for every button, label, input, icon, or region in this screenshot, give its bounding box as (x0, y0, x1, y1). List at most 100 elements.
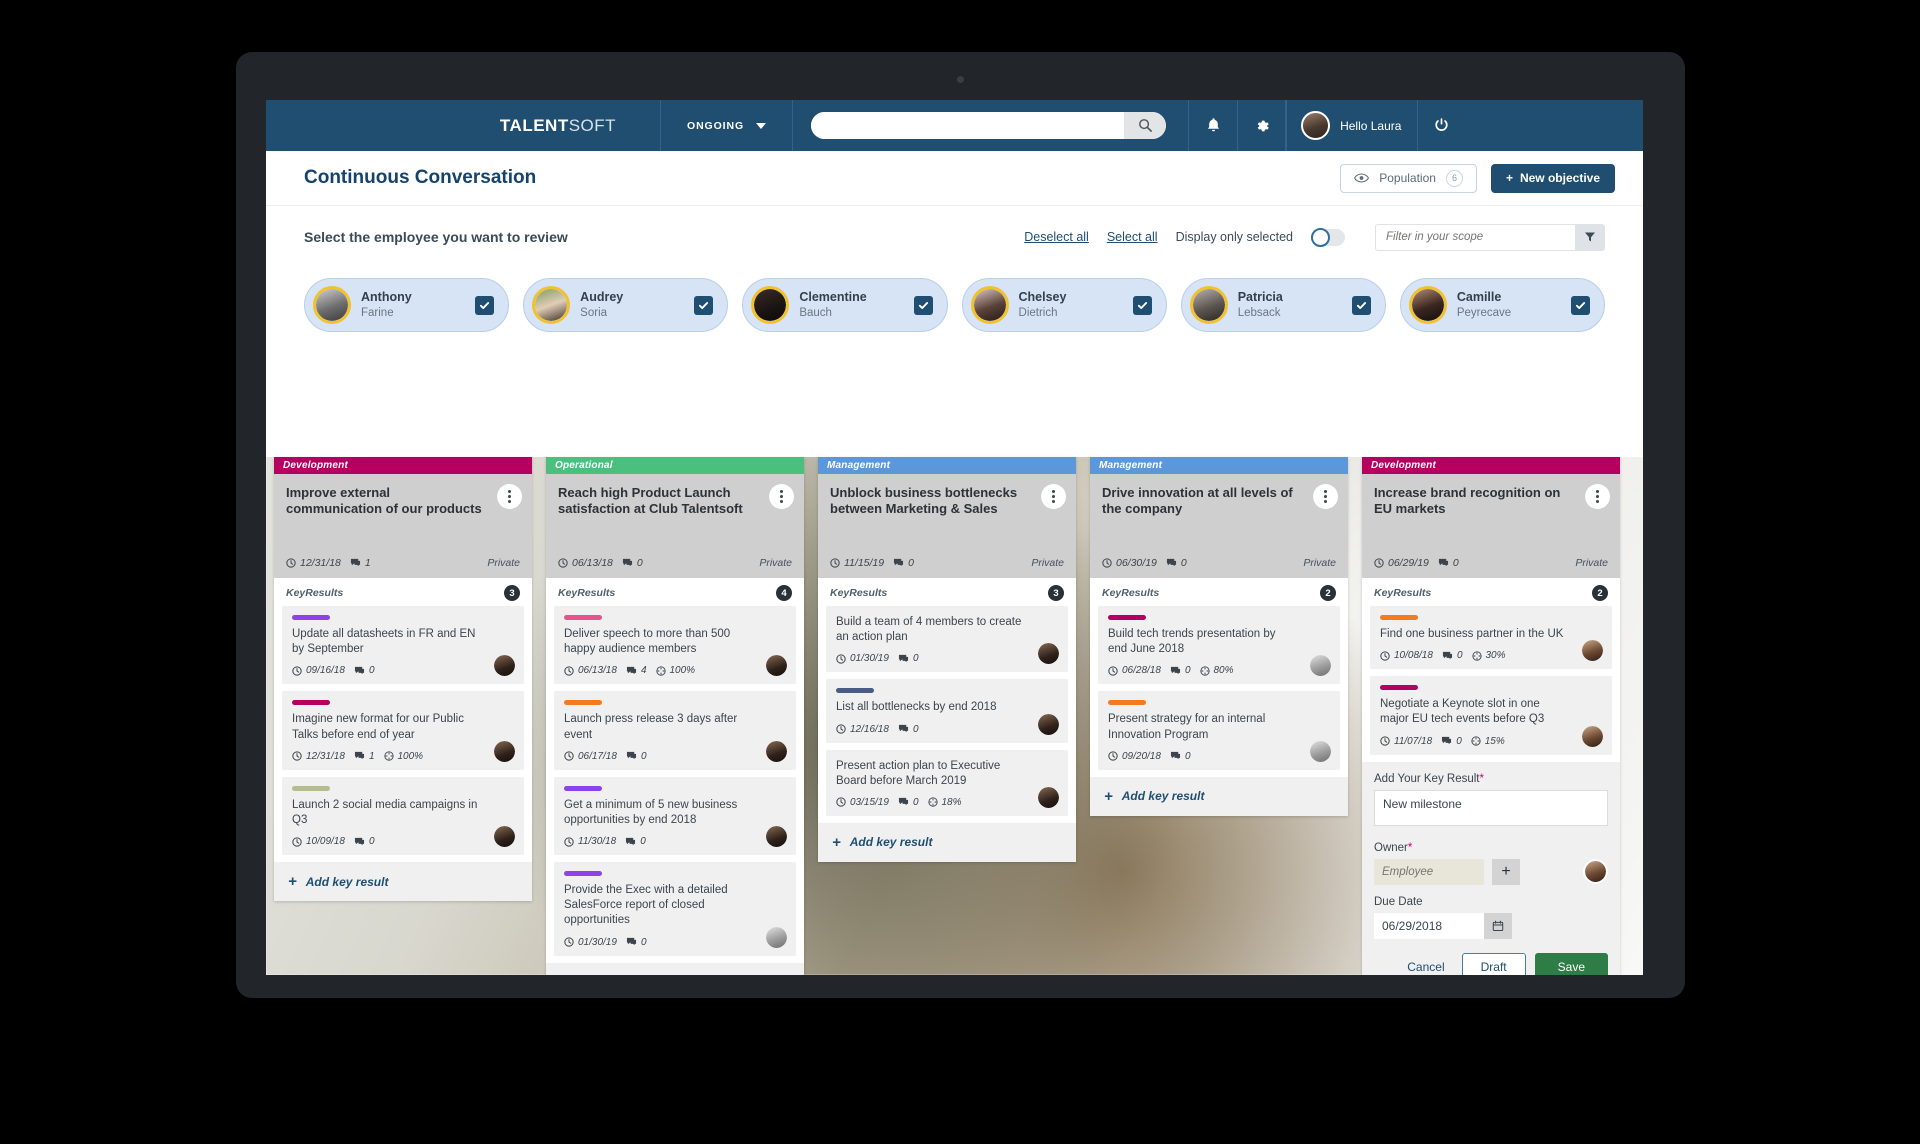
key-results-label: KeyResults (1374, 587, 1432, 599)
key-result-card[interactable]: Find one business partner in the UK 10/08… (1370, 606, 1612, 670)
user-menu[interactable]: Hello Laura (1286, 100, 1417, 151)
employee-checkbox[interactable] (475, 295, 495, 315)
comment-count: 0 (625, 836, 646, 847)
add-key-result-button[interactable]: +Add key result (818, 822, 1076, 862)
avatar (1310, 740, 1331, 762)
owner-add-button[interactable]: + (1492, 858, 1520, 885)
key-result-card[interactable]: Deliver speech to more than 500 happy au… (554, 606, 796, 685)
key-result-meta: 09/20/18 0 (1108, 751, 1330, 762)
key-result-card[interactable]: Launch 2 social media campaigns in Q3 10/… (282, 776, 524, 856)
key-result-text: Present strategy for an internal Innovat… (1108, 713, 1266, 741)
comment-icon (622, 558, 633, 568)
objective-meta: 11/15/19 0 Private (830, 557, 1064, 569)
key-result-color-bar (292, 615, 330, 620)
deselect-all-link[interactable]: Deselect all (1024, 230, 1089, 244)
employee-chip[interactable]: Camille Peyrecave (1399, 278, 1606, 332)
employee-chip[interactable]: Clementine Bauch (742, 278, 948, 332)
new-objective-label: New objective (1519, 171, 1600, 185)
objective-column: Operational Reach high Product Launch sat… (546, 457, 804, 975)
key-result-color-bar (292, 700, 330, 706)
avatar (766, 826, 787, 848)
employee-chip[interactable]: Patricia Lebsack (1180, 278, 1386, 332)
add-key-result-button[interactable]: +Add key result (546, 962, 804, 975)
objective-category: Management (1090, 457, 1348, 474)
key-result-text: Find one business partner in the UK (1380, 628, 1564, 640)
objective-menu-icon[interactable] (1041, 484, 1066, 509)
filter-button[interactable] (1575, 223, 1605, 251)
population-button[interactable]: Population 6 (1340, 163, 1477, 193)
key-result-card[interactable]: Imagine new format for our Public Talks … (282, 691, 524, 770)
objective-card[interactable]: Development Increase brand recognition on… (1362, 457, 1620, 975)
comment-icon (354, 837, 365, 847)
objective-menu-icon[interactable] (1585, 484, 1610, 509)
settings-gear-icon[interactable] (1237, 100, 1287, 151)
employee-chip[interactable]: Chelsey Dietrich (961, 278, 1167, 332)
employee-checkbox[interactable] (1132, 295, 1152, 315)
progress-value: 80% (1199, 665, 1234, 676)
employee-first-name: Audrey (580, 290, 624, 304)
employee-checkbox[interactable] (1351, 295, 1371, 315)
key-result-card[interactable]: Provide the Exec with a detailed SalesFo… (554, 862, 796, 956)
key-results-count: 2 (1320, 585, 1336, 601)
greeting-label: Hello Laura (1340, 118, 1402, 133)
objective-meta: 06/13/18 0 Private (558, 557, 792, 569)
employee-last-name: Farine (361, 306, 394, 319)
key-result-card[interactable]: Present action plan to Executive Board b… (826, 749, 1068, 816)
objective-menu-icon[interactable] (769, 484, 794, 509)
logout-icon[interactable] (1417, 100, 1465, 151)
save-button[interactable]: Save (1534, 952, 1608, 975)
add-key-result-button[interactable]: +Add key result (274, 862, 532, 902)
ongoing-dropdown[interactable]: ONGOING (661, 100, 794, 151)
new-objective-button[interactable]: + New objective (1490, 163, 1615, 193)
scope-filter-input[interactable] (1375, 223, 1575, 251)
draft-button[interactable]: Draft (1461, 952, 1526, 975)
header-actions: Population 6 + New objective (1340, 163, 1615, 193)
objective-card[interactable]: Management Drive innovation at all levels… (1090, 457, 1348, 816)
scope-filter (1375, 223, 1605, 251)
key-result-card[interactable]: Launch press release 3 days after event 0… (554, 691, 796, 770)
key-result-card[interactable]: Build a team of 4 members to create an a… (826, 606, 1068, 673)
employee-chip[interactable]: Audrey Soria (523, 278, 729, 332)
key-result-card[interactable]: Update all datasheets in FR and EN by Se… (282, 606, 524, 685)
employee-checkbox[interactable] (694, 295, 714, 315)
employee-name: Chelsey Dietrich (1019, 290, 1067, 320)
avatar (1408, 286, 1447, 324)
key-result-meta: 10/09/18 0 (292, 836, 514, 847)
key-result-input[interactable]: New milestone (1374, 789, 1608, 826)
employee-checkbox[interactable] (1571, 295, 1591, 315)
search-button[interactable] (1124, 112, 1167, 139)
key-result-card[interactable]: List all bottlenecks by end 2018 12/16/18… (826, 679, 1068, 743)
objective-column: Development Increase brand recognition on… (1362, 457, 1620, 975)
objective-card[interactable]: Operational Reach high Product Launch sat… (546, 457, 804, 975)
clock-icon (292, 666, 302, 676)
display-only-selected-toggle[interactable] (1311, 227, 1345, 247)
due-date: 12/31/18 (292, 751, 345, 762)
key-result-card[interactable]: Negotiate a Keynote slot in one major EU… (1370, 676, 1612, 755)
notifications-bell-icon[interactable] (1188, 100, 1237, 151)
key-result-text: Build a team of 4 members to create an a… (836, 616, 1022, 644)
search-input[interactable] (811, 112, 1125, 139)
talentsoft-logo[interactable]: TALENT SOFT (456, 100, 661, 151)
due-date-input[interactable] (1374, 912, 1484, 939)
objective-menu-icon[interactable] (1313, 484, 1338, 509)
owner-input[interactable] (1374, 858, 1484, 885)
objective-card[interactable]: Development Improve external communicatio… (274, 457, 532, 902)
objective-category: Management (818, 457, 1076, 474)
objective-card[interactable]: Management Unblock business bottlenecks b… (818, 457, 1076, 862)
visibility-label: Private (1031, 557, 1064, 569)
employee-chip[interactable]: Anthony Farine (304, 278, 510, 332)
key-result-card[interactable]: Get a minimum of 5 new business opportun… (554, 776, 796, 856)
add-key-result-button[interactable]: +Add key result (1090, 776, 1348, 816)
search-box[interactable] (811, 112, 1167, 139)
objective-menu-icon[interactable] (497, 484, 522, 509)
select-all-link[interactable]: Select all (1107, 230, 1158, 244)
cancel-button[interactable]: Cancel (1399, 954, 1452, 975)
key-result-card[interactable]: Present strategy for an internal Innovat… (1098, 691, 1340, 770)
key-result-card[interactable]: Build tech trends presentation by end Ju… (1098, 606, 1340, 685)
avatar (1301, 111, 1331, 140)
form-buttons: Cancel Draft Save (1374, 952, 1608, 975)
employee-checkbox[interactable] (913, 295, 933, 315)
key-results-list: Build tech trends presentation by end Ju… (1090, 606, 1348, 770)
calendar-icon[interactable] (1484, 912, 1512, 939)
progress-value: 100% (655, 665, 695, 676)
